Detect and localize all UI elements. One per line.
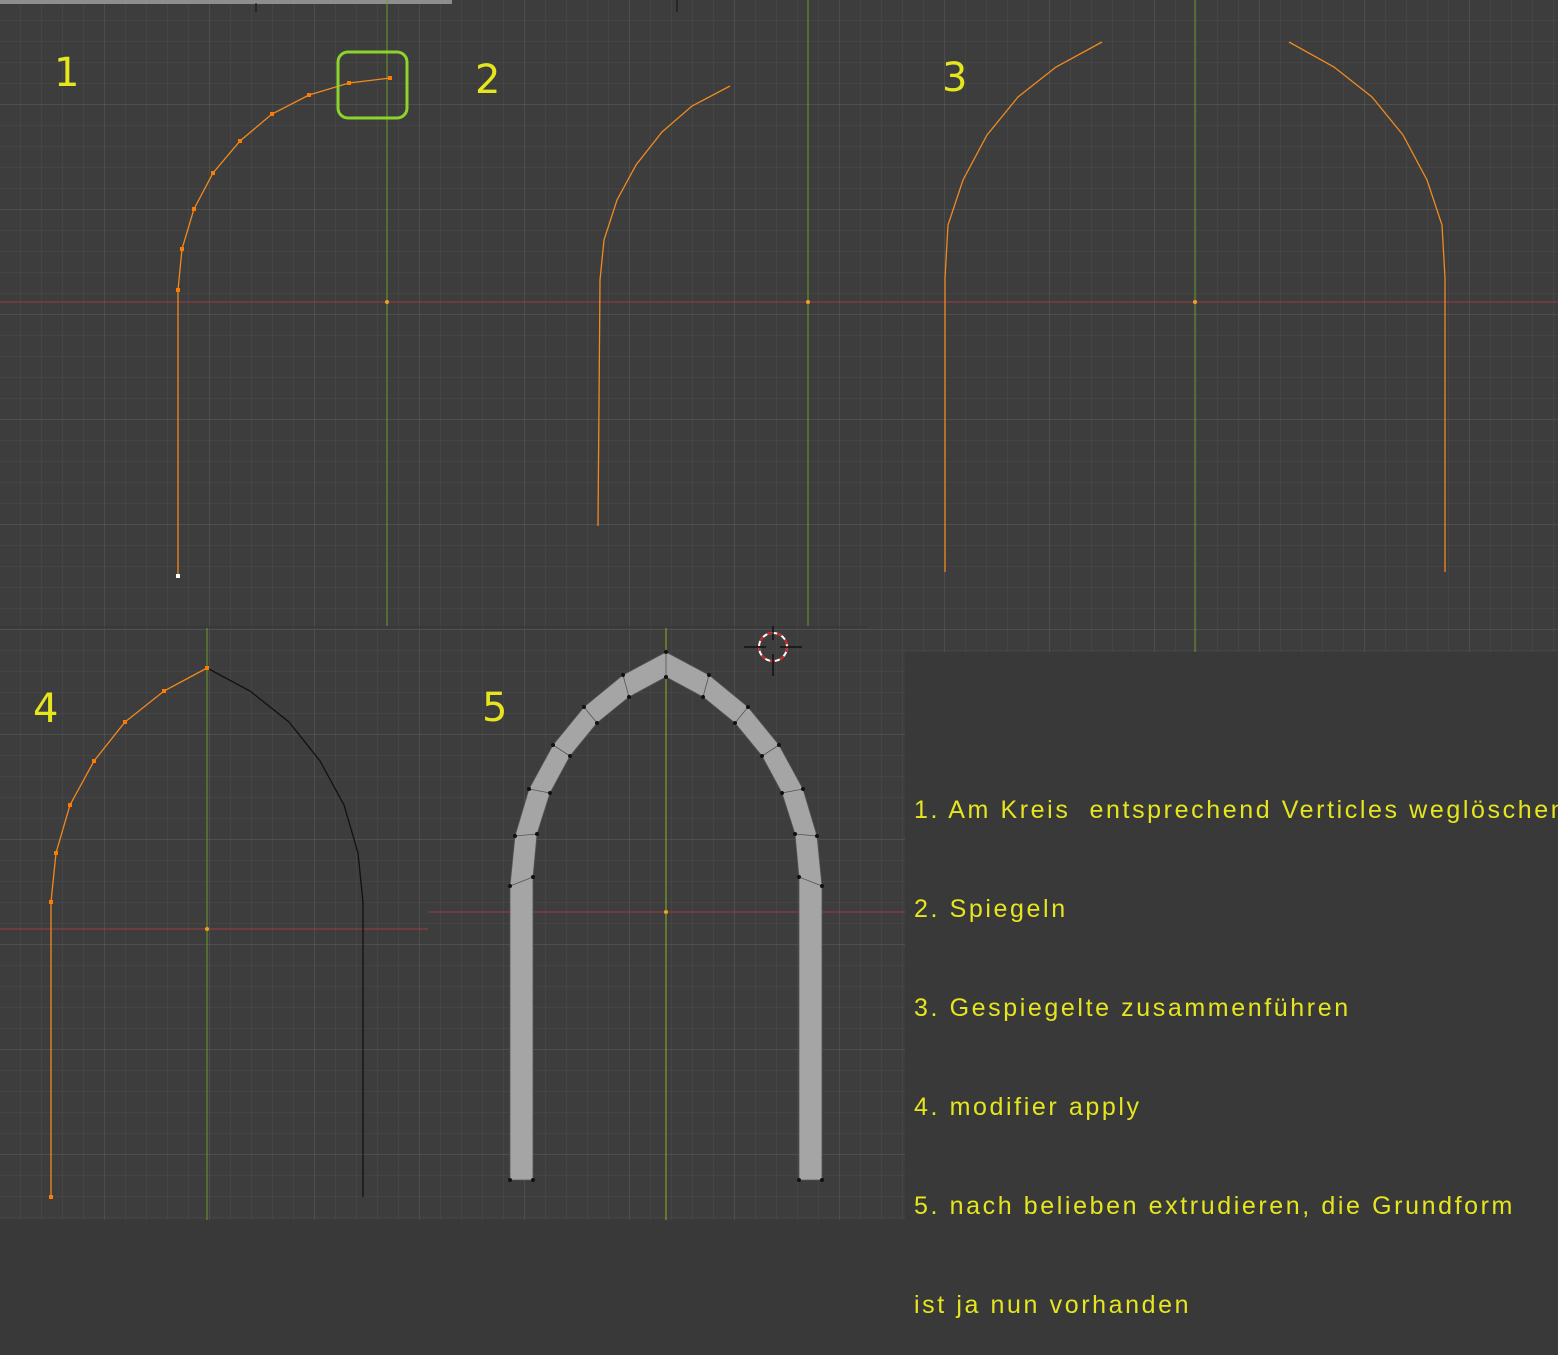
viewport-panel-2[interactable] <box>452 0 868 626</box>
instructions-text: 1. Am Kreis entsprechend Verticles weglö… <box>914 728 1558 1355</box>
panel-label-1: 1 <box>54 50 79 96</box>
panel-label-3: 3 <box>942 55 967 101</box>
viewport-panel-3[interactable] <box>868 0 1558 652</box>
instruction-step-3: 3. Gespiegelte zusammenführen <box>914 994 1351 1022</box>
panel-label-4: 4 <box>33 686 58 732</box>
instruction-step-2: 2. Spiegeln <box>914 895 1068 923</box>
instruction-step-1: 1. Am Kreis entsprechend Verticles weglö… <box>914 796 1558 824</box>
instruction-step-5-continued: ist ja nun vorhanden <box>914 1291 1192 1319</box>
viewport-panel-4[interactable] <box>0 628 428 1220</box>
panel-label-5: 5 <box>482 685 507 731</box>
panel-label-2: 2 <box>475 57 500 103</box>
instruction-step-5: 5. nach belieben extrudieren, die Grundf… <box>914 1192 1515 1220</box>
instruction-step-4: 4. modifier apply <box>914 1093 1142 1121</box>
